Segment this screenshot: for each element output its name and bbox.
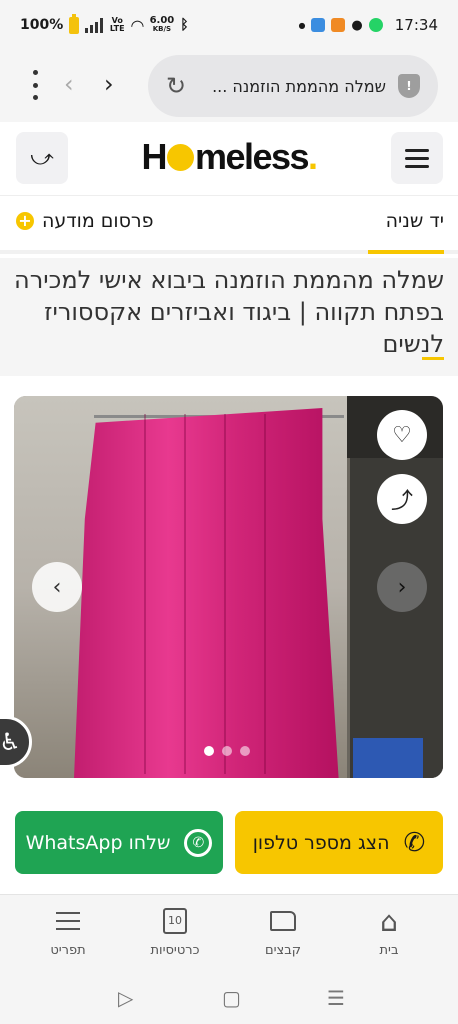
tab-second-hand[interactable]: יד שניה (386, 210, 444, 232)
share-arrow-icon: ⤻ (30, 145, 54, 171)
homeless-logo[interactable]: Hmeless. (0, 136, 458, 178)
photo-pleat (264, 414, 266, 774)
photo-pleat (144, 414, 146, 774)
show-phone-button[interactable]: הצג מספר טלפון ✆ (235, 811, 443, 874)
hamburger-icon (405, 148, 429, 152)
status-right: ● ● 17:34 (298, 16, 438, 34)
whatsapp-label: שלחו WhatsApp (25, 831, 171, 854)
battery-icon (69, 13, 80, 34)
address-bar[interactable]: ↻ שמלה מהממת הוזמנה ... ! (148, 55, 438, 117)
home-icon: ⌂ (380, 904, 398, 938)
tab-active-indicator (368, 250, 444, 254)
accessibility-icon: ♿ (0, 728, 21, 756)
bottom-navigation: ⌂ בית קבצים 10 כרטיסיות תפריט (0, 894, 458, 974)
nav-menu-label: תפריט (50, 943, 86, 958)
system-home-icon[interactable]: ▢ (222, 986, 241, 1010)
nav-home-label: בית (379, 943, 399, 958)
browser-forward-icon[interactable]: › (104, 70, 114, 98)
cards-icon: 10 (163, 908, 187, 934)
whatsapp-icon: ✆ (184, 828, 213, 857)
nav-home[interactable]: ⌂ בית (349, 904, 429, 959)
plus-circle-icon: + (16, 212, 34, 230)
show-phone-label: הצג מספר טלפון (252, 831, 390, 854)
logo-suffix: meless (194, 136, 310, 177)
hamburger-menu-button[interactable] (391, 132, 443, 184)
photo-dress (74, 408, 339, 778)
logo-circle (166, 144, 194, 171)
share-icon: ⤴ (390, 489, 413, 514)
site-header: Hmeless. ⤻ (0, 122, 458, 196)
gallery-dot[interactable] (222, 746, 232, 756)
browser-menu-icon[interactable] (28, 70, 42, 100)
nav-cards-label: כרטיסיות (150, 943, 200, 958)
cards-icon-wrap: 10 (163, 907, 187, 935)
site-security-icon[interactable]: ! (398, 74, 420, 98)
clock: 17:34 (394, 16, 438, 34)
share-page-button[interactable]: ⤻ (16, 132, 68, 184)
folder-icon (270, 911, 296, 931)
system-recents-icon[interactable]: ☰ (327, 986, 345, 1010)
gallery-dot[interactable] (240, 746, 250, 756)
gallery-next-button[interactable]: › (377, 562, 427, 612)
nav-folders[interactable]: קבצים (243, 907, 323, 958)
whatsapp-notification-icon (368, 18, 383, 32)
url-text[interactable]: שמלה מהממת הוזמנה ... (198, 77, 386, 96)
gallery-pagination (204, 746, 250, 756)
signal-icon (85, 17, 104, 33)
status-bar: 100% Vo LTE ◠ 6.00 KB/S ᛒ ● ● 17:34 (0, 0, 458, 50)
listing-title-section: שמלה מהממת הוזמנה ביבוא אישי למכירה בפתח… (0, 258, 458, 376)
reload-icon[interactable]: ↻ (166, 72, 186, 100)
photo-pleat (224, 414, 226, 774)
browser-toolbar: ‹ › ↻ שמלה מהממת הוזמנה ... ! (0, 50, 458, 122)
notification-dot-icon: ● (298, 20, 306, 30)
wifi-icon: ◠ (131, 15, 144, 35)
nav-cards[interactable]: 10 כרטיסיות (135, 907, 215, 958)
battery-level: 100% (20, 17, 64, 33)
phone-icon: ✆ (403, 827, 426, 858)
chevron-right-icon: › (397, 574, 407, 600)
net-speed: 6.00 KB/S (150, 16, 175, 34)
listing-title: שמלה מהממת הוזמנה ביבוא אישי למכירה בפתח… (14, 266, 444, 358)
chat-icon: ● (351, 17, 363, 33)
app-notification-icon (311, 18, 326, 32)
nav-folders-label: קבצים (265, 943, 301, 958)
share-listing-button[interactable]: ⤴ (377, 474, 427, 524)
menu-lines-icon (56, 907, 80, 935)
favorite-button[interactable]: ♡ (377, 410, 427, 460)
photo-binder (353, 738, 423, 778)
image-gallery[interactable]: ♡ ⤴ ‹ › (14, 396, 443, 778)
volte-label: Vo LTE (109, 16, 125, 33)
app-notification-icon (331, 18, 346, 32)
nav-menu[interactable]: תפריט (28, 907, 108, 958)
system-back-icon[interactable]: ▷ (118, 986, 133, 1010)
folder-icon-wrap (270, 907, 296, 935)
system-navigation-bar: ▷ ▢ ☰ (0, 974, 458, 1024)
browser-back-icon[interactable]: ‹ (64, 70, 74, 98)
whatsapp-button[interactable]: שלחו WhatsApp ✆ (15, 811, 223, 874)
net-speed-unit: KB/S (152, 25, 172, 33)
title-underline-accent (422, 357, 444, 360)
publish-ad-link[interactable]: + פרסום מודעה (16, 210, 154, 232)
bluetooth-icon: ᛒ (180, 17, 189, 33)
publish-ad-label: פרסום מודעה (42, 210, 154, 232)
gallery-prev-button[interactable]: ‹ (32, 562, 82, 612)
logo-prefix: H (141, 136, 167, 177)
category-tab-row: יד שניה + פרסום מודעה (0, 196, 458, 254)
status-left: 100% Vo LTE ◠ 6.00 KB/S ᛒ (20, 13, 189, 35)
logo-dot: . (308, 136, 318, 177)
photo-pleat (184, 414, 186, 774)
chevron-left-icon: ‹ (52, 574, 62, 600)
heart-icon: ♡ (392, 422, 412, 448)
gallery-dot[interactable] (204, 746, 214, 756)
